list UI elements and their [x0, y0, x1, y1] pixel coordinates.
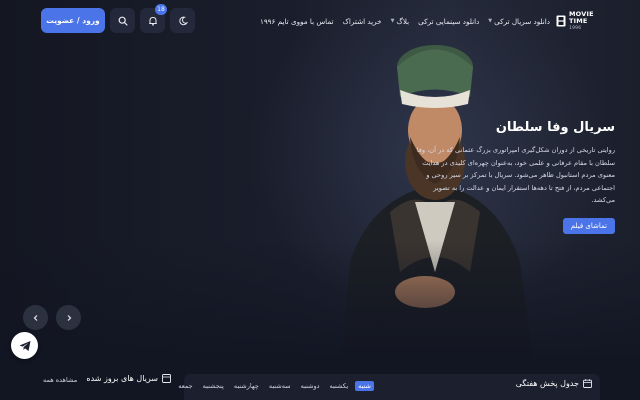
view-all-link[interactable]: مشاهده همه [43, 376, 77, 384]
site-logo[interactable]: MOVIE TIME 1996 [556, 10, 602, 32]
nav-item-turkish-series[interactable]: دانلود سریال ترکی ▼ [488, 17, 550, 26]
tab-day-friday[interactable]: جمعه [175, 381, 195, 391]
nav-item-subscription[interactable]: خرید اشتراک [343, 17, 382, 26]
theme-toggle-button[interactable] [170, 8, 195, 33]
telegram-button[interactable] [11, 332, 38, 359]
updated-series-header: سریال های بروز شده [86, 374, 171, 383]
tab-day-saturday[interactable]: شنبه [355, 381, 374, 391]
main-nav: دانلود سریال ترکی ▼ دانلود سینمایی ترکی ب… [250, 14, 550, 28]
notifications-button[interactable]: 18 [140, 4, 167, 33]
calendar-icon [583, 379, 592, 388]
tab-day-sunday[interactable]: یکشنبه [327, 381, 352, 391]
chevron-left-icon [33, 314, 37, 321]
day-tabs: شنبه یکشنبه دوشنبه سه‌شنبه چهارشنبه پنجش… [175, 381, 374, 391]
site-header: ورود / عضویت 18 دانلود سریال ترکی ▼ دانلو… [0, 4, 640, 36]
nav-item-contact[interactable]: تماس با مووی تایم ۱۹۹۶ [260, 17, 334, 26]
nav-item-blog[interactable]: بلاگ ▼ [391, 17, 410, 26]
search-icon [118, 16, 128, 26]
login-register-button[interactable]: ورود / عضویت [41, 8, 105, 33]
tab-day-wednesday[interactable]: چهارشنبه [231, 381, 262, 391]
watch-movie-button[interactable]: تماشای فیلم [562, 217, 615, 234]
chevron-right-icon [67, 314, 71, 321]
film-icon [162, 374, 171, 383]
telegram-icon [19, 340, 30, 351]
weekly-schedule-section: جدول پخش هفتگی شنبه یکشنبه دوشنبه سه‌شنب… [178, 374, 600, 400]
slider-prev-button[interactable] [23, 305, 48, 330]
chevron-down-icon: ▼ [488, 18, 493, 24]
tab-day-monday[interactable]: دوشنبه [298, 381, 323, 391]
weekly-schedule-header: جدول پخش هفتگی [516, 379, 592, 388]
film-icon [556, 15, 566, 27]
hero-info: سریال وفا سلطان روایتی تاریخی از دوران ش… [415, 120, 615, 234]
slider-next-button[interactable] [56, 305, 81, 330]
tab-day-thursday[interactable]: پنجشنبه [200, 381, 227, 391]
updated-series-section: سریال های بروز شده مشاهده همه [35, 370, 177, 400]
search-button[interactable] [110, 8, 135, 33]
nav-item-turkish-movies[interactable]: دانلود سینمایی ترکی [418, 17, 479, 26]
hero-description: روایتی تاریخی از دوران شکل‌گیری امپراتور… [416, 146, 615, 204]
moon-icon [178, 16, 188, 25]
bell-icon [148, 16, 157, 26]
hero-title: سریال وفا سلطان [495, 120, 615, 135]
tab-day-tuesday[interactable]: سه‌شنبه [266, 381, 294, 391]
notification-count-badge: 18 [155, 4, 167, 15]
chevron-down-icon: ▼ [390, 18, 395, 24]
